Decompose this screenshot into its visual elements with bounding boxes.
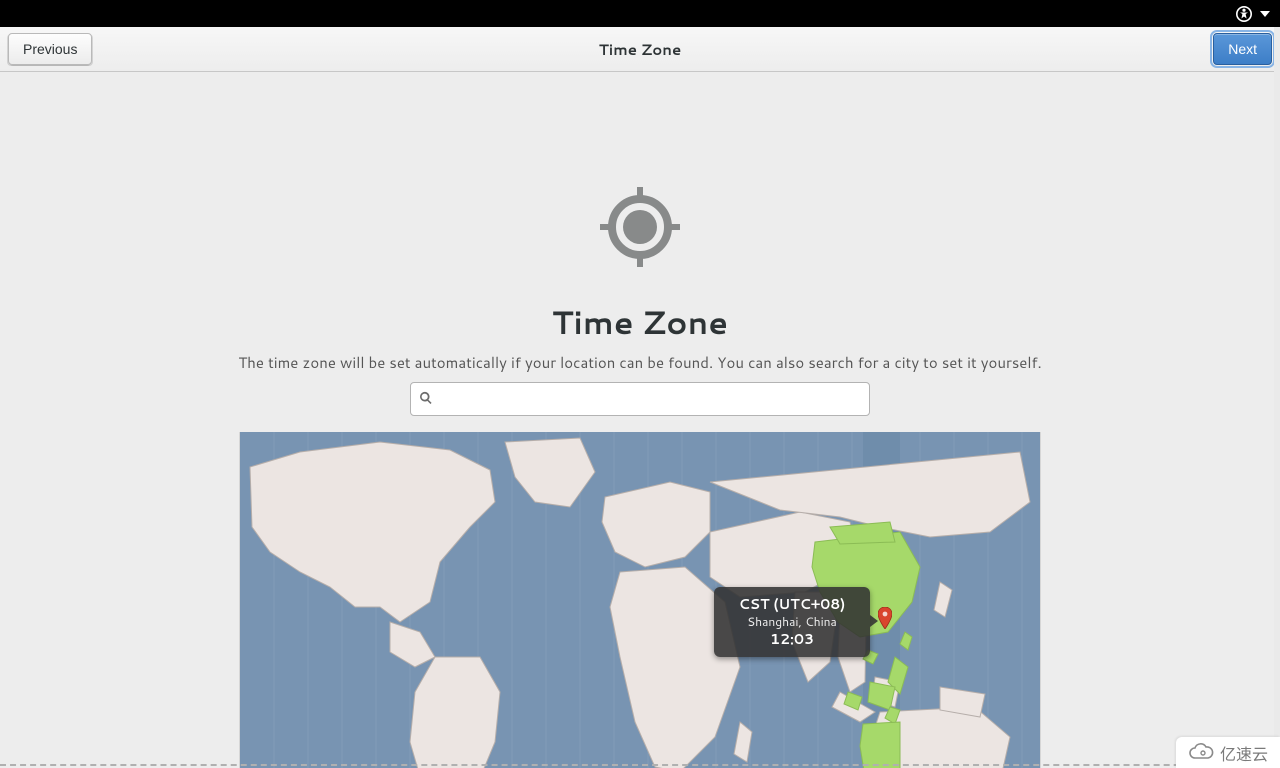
selected-timezone-name: CST (UTC+08) — [720, 595, 864, 614]
watermark-text: 亿速云 — [1220, 741, 1268, 766]
next-button[interactable]: Next — [1213, 33, 1272, 65]
page-description: The time zone will be set automatically … — [0, 352, 1280, 373]
crop-indicator — [0, 764, 1280, 766]
accessibility-icon — [1236, 6, 1252, 22]
header-title: Time Zone — [599, 39, 682, 60]
location-crosshair-icon — [595, 182, 685, 272]
timezone-map[interactable]: CST (UTC+08) Shanghai, China 12:03 — [239, 432, 1041, 768]
selected-timezone-tooltip: CST (UTC+08) Shanghai, China 12:03 — [714, 587, 870, 657]
content-area: Time Zone The time zone will be set auto… — [0, 72, 1280, 768]
accessibility-menu[interactable] — [1236, 6, 1270, 22]
cloud-icon — [1188, 742, 1214, 766]
map-pin-icon — [878, 607, 892, 629]
previous-button[interactable]: Previous — [8, 33, 92, 65]
header-bar: Previous Time Zone Next — [0, 27, 1280, 72]
chevron-down-icon — [1260, 11, 1270, 17]
top-panel — [0, 0, 1280, 27]
search-icon — [419, 388, 439, 411]
location-search-input[interactable] — [439, 382, 861, 416]
location-search[interactable] — [410, 382, 870, 416]
selected-timezone-city: Shanghai, China — [720, 614, 864, 630]
watermark: 亿速云 — [1176, 737, 1280, 768]
scrollbar-vertical[interactable] — [1274, 27, 1280, 768]
page-title: Time Zone — [0, 300, 1280, 345]
selected-timezone-time: 12:03 — [720, 630, 864, 649]
